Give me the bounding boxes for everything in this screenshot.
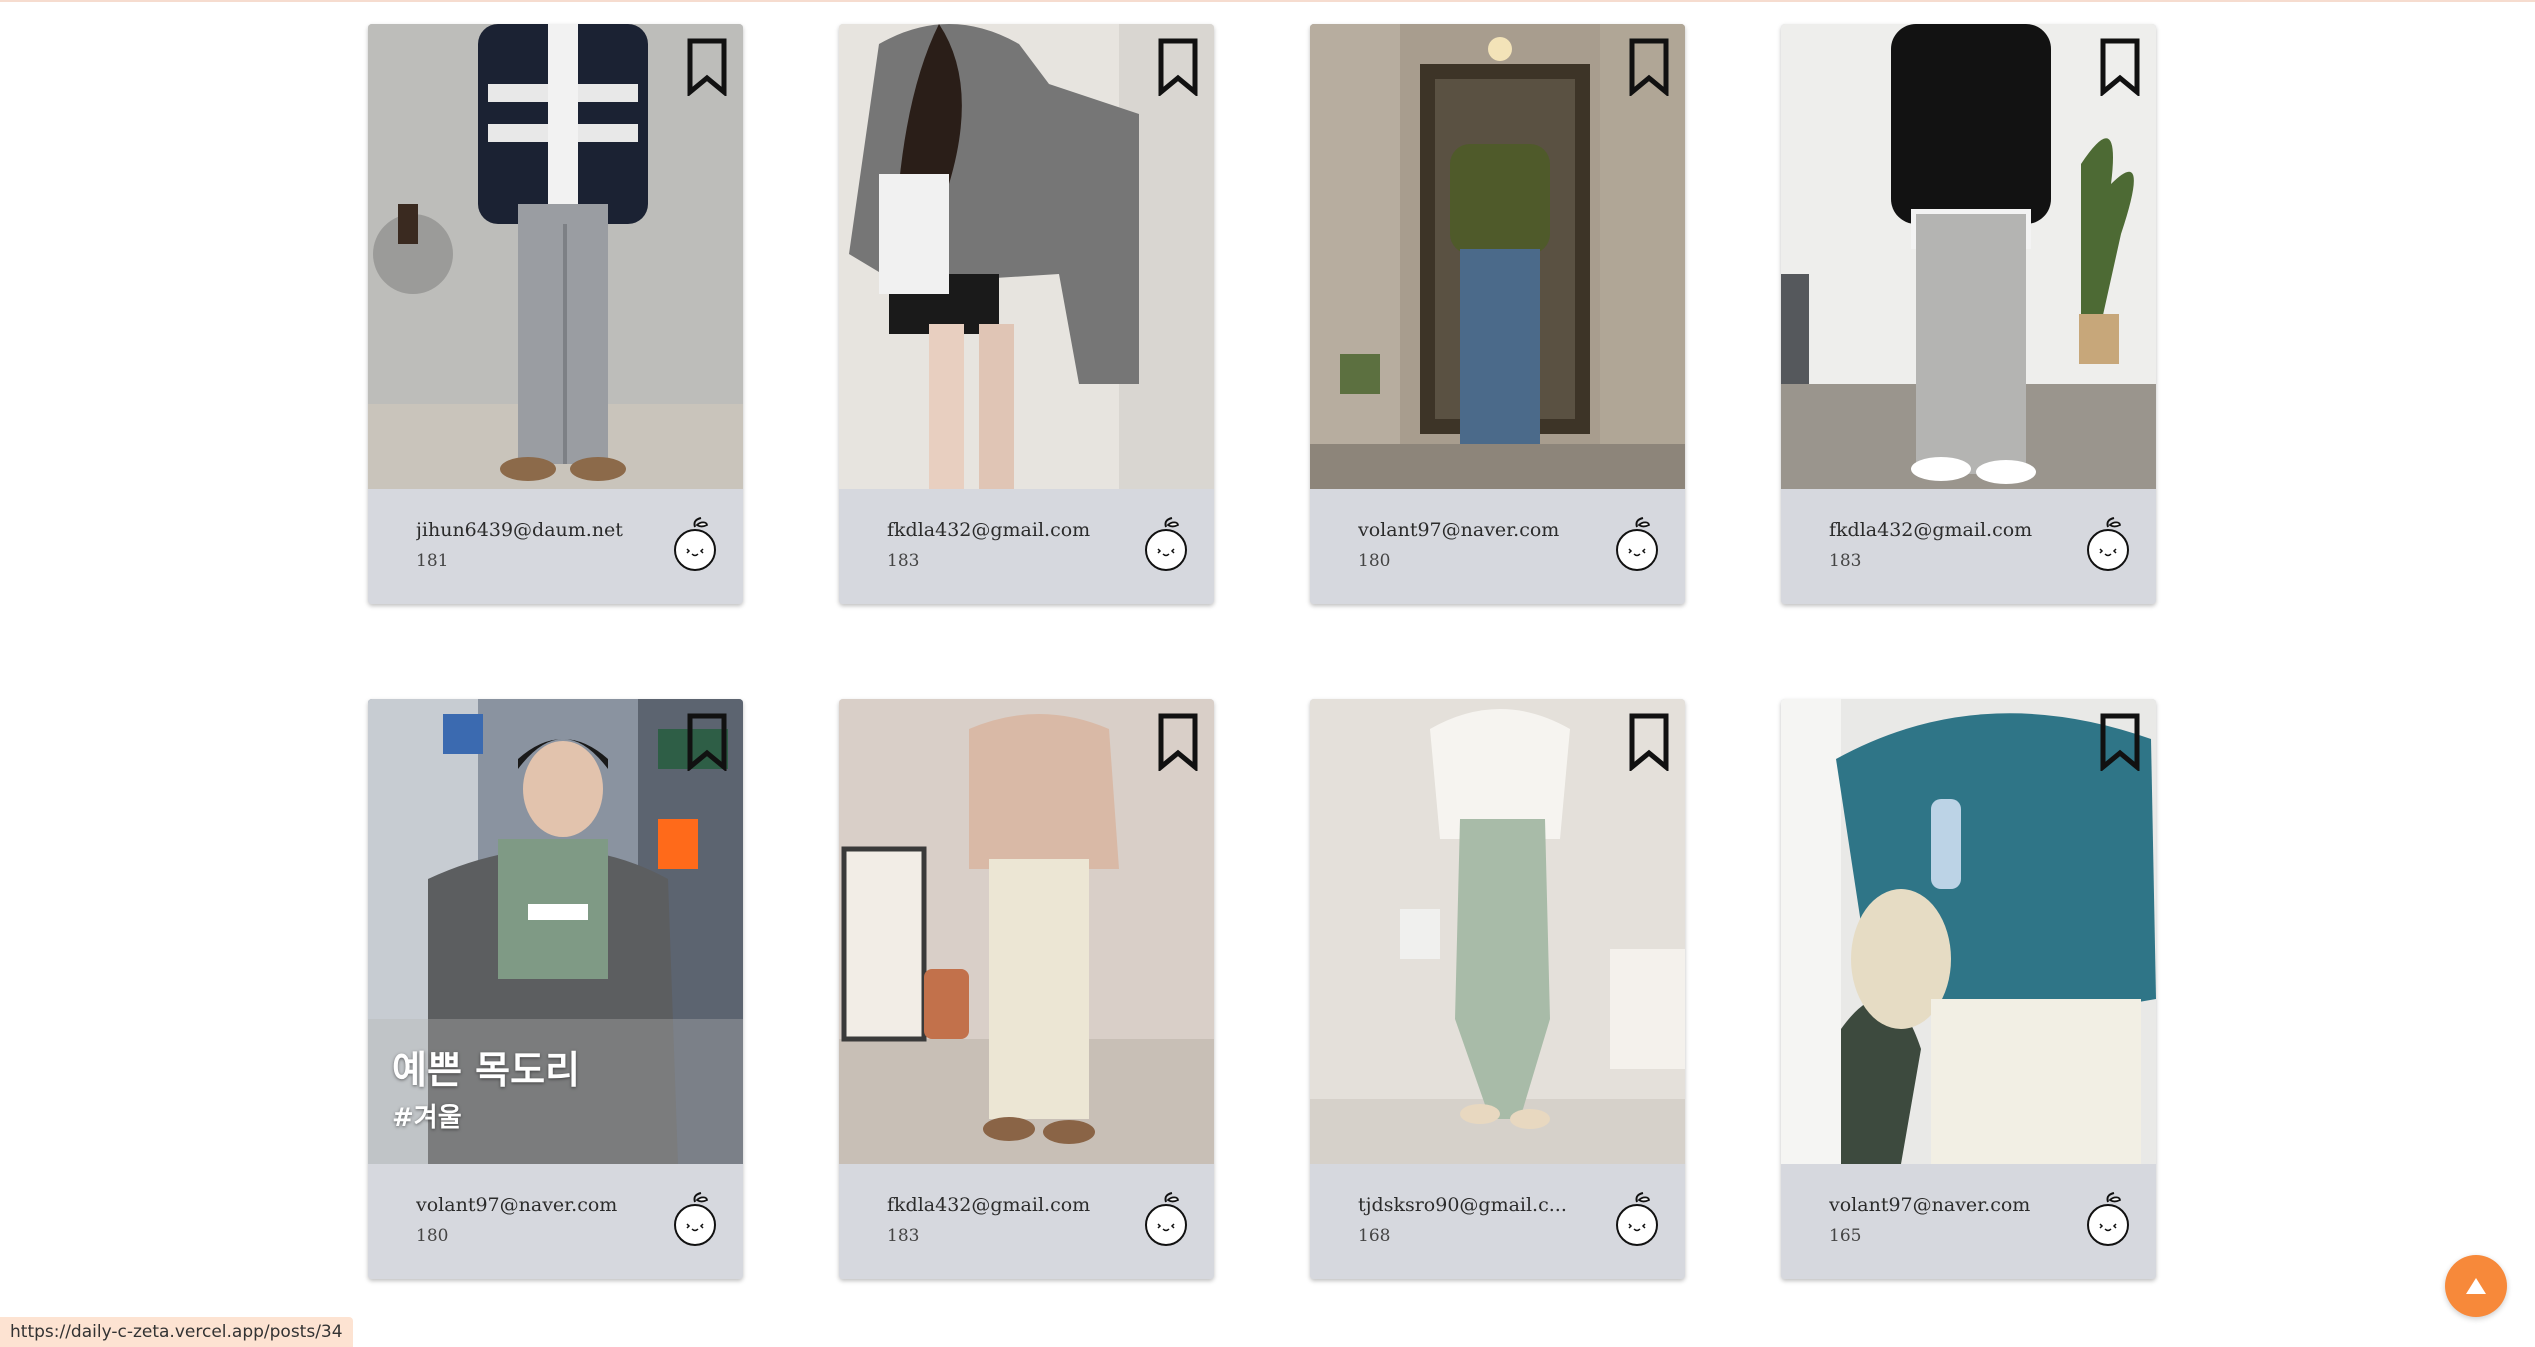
author-email: fkdla432@gmail.com bbox=[1829, 519, 2033, 541]
post-photo[interactable] bbox=[1310, 24, 1685, 489]
post-photo[interactable] bbox=[839, 699, 1214, 1164]
bookmark-icon[interactable] bbox=[685, 38, 729, 96]
author-email: volant97@naver.com bbox=[1358, 519, 1560, 541]
post-grid: jihun6439@daum.net 181 fkdla432@gmail.co… bbox=[368, 24, 2156, 1279]
bookmark-icon[interactable] bbox=[2098, 38, 2142, 96]
apple-face-icon[interactable] bbox=[2084, 1192, 2132, 1248]
bookmark-icon[interactable] bbox=[1156, 38, 1200, 96]
post-photo[interactable] bbox=[1781, 699, 2156, 1164]
post-card[interactable]: fkdla432@gmail.com 183 bbox=[1781, 24, 2156, 604]
author-email: volant97@naver.com bbox=[416, 1194, 618, 1216]
post-info: volant97@naver.com 165 bbox=[1781, 1164, 2156, 1279]
post-card[interactable]: volant97@naver.com 180 bbox=[1310, 24, 1685, 604]
post-card[interactable]: tjdsksro90@gmail.c... 168 bbox=[1310, 699, 1685, 1279]
post-photo[interactable] bbox=[1781, 24, 2156, 489]
post-card[interactable]: fkdla432@gmail.com 183 bbox=[839, 699, 1214, 1279]
post-info: fkdla432@gmail.com 183 bbox=[839, 1164, 1214, 1279]
post-info: volant97@naver.com 180 bbox=[368, 1164, 743, 1279]
post-info: jihun6439@daum.net 181 bbox=[368, 489, 743, 604]
bookmark-icon[interactable] bbox=[1627, 38, 1671, 96]
author-height: 180 bbox=[1358, 551, 1391, 571]
post-card[interactable]: fkdla432@gmail.com 183 bbox=[839, 24, 1214, 604]
author-height: 180 bbox=[416, 1226, 449, 1246]
post-info: fkdla432@gmail.com 183 bbox=[1781, 489, 2156, 604]
author-height: 183 bbox=[887, 551, 920, 571]
post-info: fkdla432@gmail.com 183 bbox=[839, 489, 1214, 604]
author-email: volant97@naver.com bbox=[1829, 1194, 2031, 1216]
link-preview-status: https://daily-c-zeta.vercel.app/posts/34 bbox=[0, 1317, 353, 1347]
apple-face-icon[interactable] bbox=[671, 517, 719, 573]
apple-face-icon[interactable] bbox=[671, 1192, 719, 1248]
post-card[interactable]: volant97@naver.com 165 bbox=[1781, 699, 2156, 1279]
scroll-to-top-button[interactable] bbox=[2445, 1255, 2507, 1317]
post-info: tjdsksro90@gmail.c... 168 bbox=[1310, 1164, 1685, 1279]
post-photo[interactable] bbox=[368, 24, 743, 489]
post-card[interactable]: 예쁜 목도리 #겨울 volant97@naver.com 180 bbox=[368, 699, 743, 1279]
author-height: 183 bbox=[887, 1226, 920, 1246]
bookmark-icon[interactable] bbox=[685, 713, 729, 771]
post-card[interactable]: jihun6439@daum.net 181 bbox=[368, 24, 743, 604]
author-email: fkdla432@gmail.com bbox=[887, 1194, 1091, 1216]
overlay-title: 예쁜 목도리 bbox=[392, 1048, 581, 1092]
apple-face-icon[interactable] bbox=[1142, 1192, 1190, 1248]
author-email: tjdsksro90@gmail.c... bbox=[1358, 1194, 1567, 1216]
author-height: 165 bbox=[1829, 1226, 1862, 1246]
apple-face-icon[interactable] bbox=[2084, 517, 2132, 573]
overlay-hashtag: #겨울 bbox=[392, 1103, 462, 1133]
bookmark-icon[interactable] bbox=[2098, 713, 2142, 771]
arrow-up-icon bbox=[2466, 1278, 2486, 1294]
post-photo[interactable] bbox=[1310, 699, 1685, 1164]
author-height: 168 bbox=[1358, 1226, 1391, 1246]
post-photo[interactable] bbox=[839, 24, 1214, 489]
bookmark-icon[interactable] bbox=[1627, 713, 1671, 771]
author-height: 183 bbox=[1829, 551, 1862, 571]
author-email: fkdla432@gmail.com bbox=[887, 519, 1091, 541]
apple-face-icon[interactable] bbox=[1613, 517, 1661, 573]
post-photo[interactable]: 예쁜 목도리 #겨울 bbox=[368, 699, 743, 1164]
bookmark-icon[interactable] bbox=[1156, 713, 1200, 771]
author-height: 181 bbox=[416, 551, 449, 571]
apple-face-icon[interactable] bbox=[1142, 517, 1190, 573]
page: jihun6439@daum.net 181 fkdla432@gmail.co… bbox=[0, 0, 2535, 1347]
post-info: volant97@naver.com 180 bbox=[1310, 489, 1685, 604]
apple-face-icon[interactable] bbox=[1613, 1192, 1661, 1248]
author-email: jihun6439@daum.net bbox=[416, 519, 623, 541]
